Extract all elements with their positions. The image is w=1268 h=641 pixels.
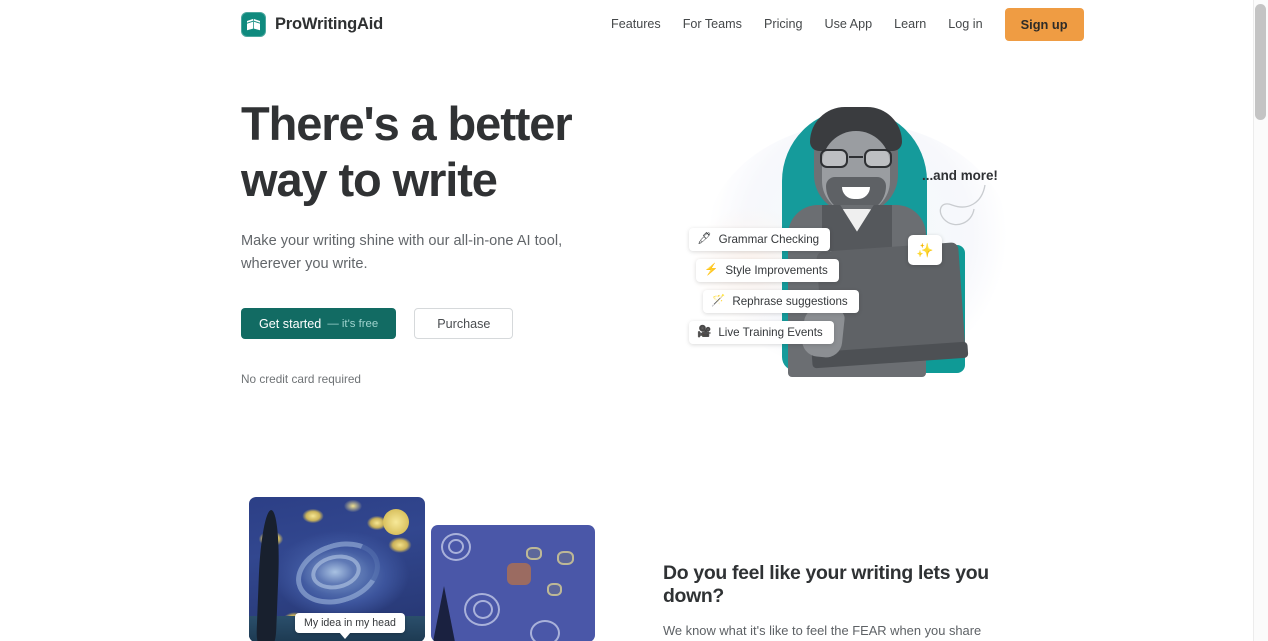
magic-wand-icon: 🪄 (711, 294, 726, 307)
sketch-moon (507, 563, 531, 585)
sketch-cypress (433, 586, 455, 641)
feature-chip: 🪄 Rephrase suggestions (703, 290, 859, 313)
sketch-star (557, 551, 574, 565)
feature-chip-list: 🖋 Grammar Checking ⚡ Style Improvements … (689, 228, 859, 344)
page-title: There's a better way to write (241, 96, 641, 208)
purchase-button[interactable]: Purchase (414, 308, 514, 339)
section2-body: We know what it's like to feel the FEAR … (663, 623, 982, 638)
feature-chip-label: Style Improvements (725, 264, 828, 277)
hero-title-line1: There's a better (241, 97, 573, 150)
feature-chip-label: Grammar Checking (718, 233, 820, 246)
sketch-spiral (448, 539, 464, 554)
moon-shape (383, 509, 409, 535)
writing-lets-you-down-section: My idea in my head Do you feel like your… (0, 470, 1253, 641)
hero-illustration: ✨ ...and more! 🖋 Grammar Checking ⚡ Styl… (660, 95, 1060, 395)
page-scrollbar-thumb[interactable] (1255, 4, 1266, 120)
feature-chip-label: Rephrase suggestions (732, 295, 848, 308)
hero-cta-group: Get started — it's free Purchase (241, 308, 641, 339)
feature-chip: 🖋 Grammar Checking (689, 228, 831, 251)
pen-icon: 🖋 (697, 232, 712, 245)
section2-title: Do you feel like your writing lets you d… (663, 562, 989, 607)
curly-pointer-line (939, 184, 986, 226)
glasses-icon (819, 149, 893, 168)
hero-subtitle: Make your writing shine with our all-in-… (241, 233, 563, 272)
page-scrollbar-track[interactable] (1253, 0, 1268, 641)
idea-caption-bubble: My idea in my head (295, 613, 405, 639)
get-started-label: Get started (259, 316, 322, 331)
sketch-spiral (473, 600, 493, 619)
sketch-star (547, 583, 562, 596)
feature-chip: 🎥 Live Training Events (689, 321, 834, 344)
video-camera-icon: 🎥 (697, 325, 712, 338)
sketch-spiral (530, 620, 560, 641)
and-more-label: ...and more! (922, 168, 998, 183)
page-root: ProWritingAid Features For Teams Pricing… (0, 0, 1268, 641)
feature-chip-label: Live Training Events (718, 326, 823, 339)
lightning-icon: ⚡ (704, 263, 719, 276)
idea-vs-reality-illustration: My idea in my head (249, 497, 595, 641)
get-started-free-label: — it's free (327, 317, 379, 330)
crude-sketch-image (431, 525, 595, 641)
starry-night-image: My idea in my head (249, 497, 425, 641)
no-credit-card-note: No credit card required (241, 372, 361, 386)
feature-chip: ⚡ Style Improvements (696, 259, 839, 282)
hero-title-line2: way to write (241, 153, 498, 206)
hero-copy: There's a better way to write Make your … (241, 96, 641, 386)
get-started-button[interactable]: Get started — it's free (241, 308, 397, 339)
hero-section: There's a better way to write Make your … (0, 0, 1253, 470)
sketch-star (526, 547, 542, 560)
section2-copy: Do you feel like your writing lets you d… (663, 562, 1013, 641)
